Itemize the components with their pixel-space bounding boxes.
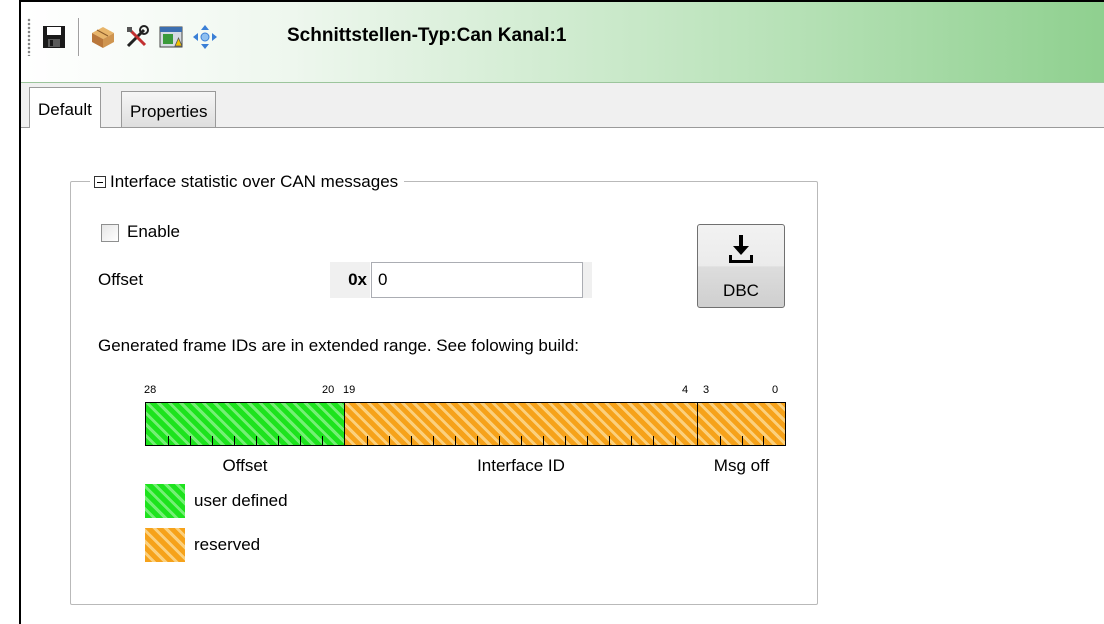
package-icon[interactable] — [90, 24, 116, 50]
bit-tick — [543, 436, 544, 445]
legend-swatch-user-defined — [145, 484, 185, 518]
bit-tick — [300, 436, 301, 445]
bit-label-19: 19 — [343, 384, 356, 396]
bit-tick — [256, 436, 257, 445]
bitfield-offset-segment — [145, 402, 345, 446]
legend-label-reserved: reserved — [194, 535, 261, 554]
bit-label-28: 28 — [144, 384, 157, 396]
hex-prefix: 0x — [330, 262, 370, 298]
tools-icon[interactable] — [124, 24, 150, 50]
bitfield-msg-off-segment — [697, 402, 786, 446]
bit-tick — [367, 436, 368, 445]
save-icon[interactable] — [41, 24, 67, 50]
bit-tick — [565, 436, 566, 445]
bit-tick — [653, 436, 654, 445]
bit-tick — [521, 436, 522, 445]
bit-tick — [455, 436, 456, 445]
download-icon — [729, 235, 753, 263]
bit-label-20: 20 — [322, 384, 335, 396]
enable-label: Enable — [127, 222, 180, 241]
toolbar-grip[interactable] — [27, 18, 31, 56]
bit-tick — [499, 436, 500, 445]
bit-tick — [675, 436, 676, 445]
info-text: Generated frame IDs are in extended rang… — [98, 336, 580, 355]
bit-label-4: 4 — [682, 384, 689, 396]
bit-tick — [763, 436, 764, 445]
toolbar: Schnittstellen-Typ:Can Kanal:1 — [21, 2, 1104, 83]
bit-tick — [477, 436, 478, 445]
bit-tick — [411, 436, 412, 445]
segment-label-offset: Offset — [222, 456, 268, 475]
bit-tick — [234, 436, 235, 445]
bit-label-0: 0 — [772, 384, 779, 396]
enable-checkbox[interactable] — [101, 224, 119, 242]
legend-label-user-defined: user defined — [194, 491, 288, 510]
bit-tick — [168, 436, 169, 445]
segment-label-msg-off: Msg off — [713, 456, 770, 475]
tab-default[interactable]: Default — [29, 87, 101, 128]
bit-tick — [212, 436, 213, 445]
collapse-icon[interactable] — [94, 176, 106, 188]
bit-tick — [190, 436, 191, 445]
bit-tick — [631, 436, 632, 445]
bit-tick — [609, 436, 610, 445]
dbc-button-label: DBC — [723, 281, 759, 300]
tab-bar: Default Properties — [21, 83, 1104, 128]
offset-label: Offset — [98, 270, 144, 289]
toolbar-separator — [78, 18, 80, 56]
warning-window-icon[interactable] — [158, 24, 184, 50]
bit-tick — [433, 436, 434, 445]
legend-swatch-reserved — [145, 528, 185, 562]
tab-properties[interactable]: Properties — [121, 91, 217, 127]
move-arrows-icon[interactable] — [192, 24, 218, 50]
interface-title: Schnittstellen-Typ:Can Kanal:1 — [287, 25, 567, 46]
dbc-button[interactable]: DBC — [697, 224, 785, 308]
segment-label-interface-id: Interface ID — [477, 456, 565, 475]
offset-input[interactable] — [371, 262, 583, 298]
bit-tick — [389, 436, 390, 445]
bit-tick — [587, 436, 588, 445]
bit-label-3: 3 — [703, 384, 710, 396]
bit-tick — [322, 436, 323, 445]
bit-tick — [278, 436, 279, 445]
bit-tick — [742, 436, 743, 445]
bit-tick — [720, 436, 721, 445]
bitfield-interface-id-segment — [344, 402, 698, 446]
group-header[interactable]: Interface statistic over CAN messages — [90, 171, 405, 193]
group-title: Interface statistic over CAN messages — [110, 172, 399, 191]
